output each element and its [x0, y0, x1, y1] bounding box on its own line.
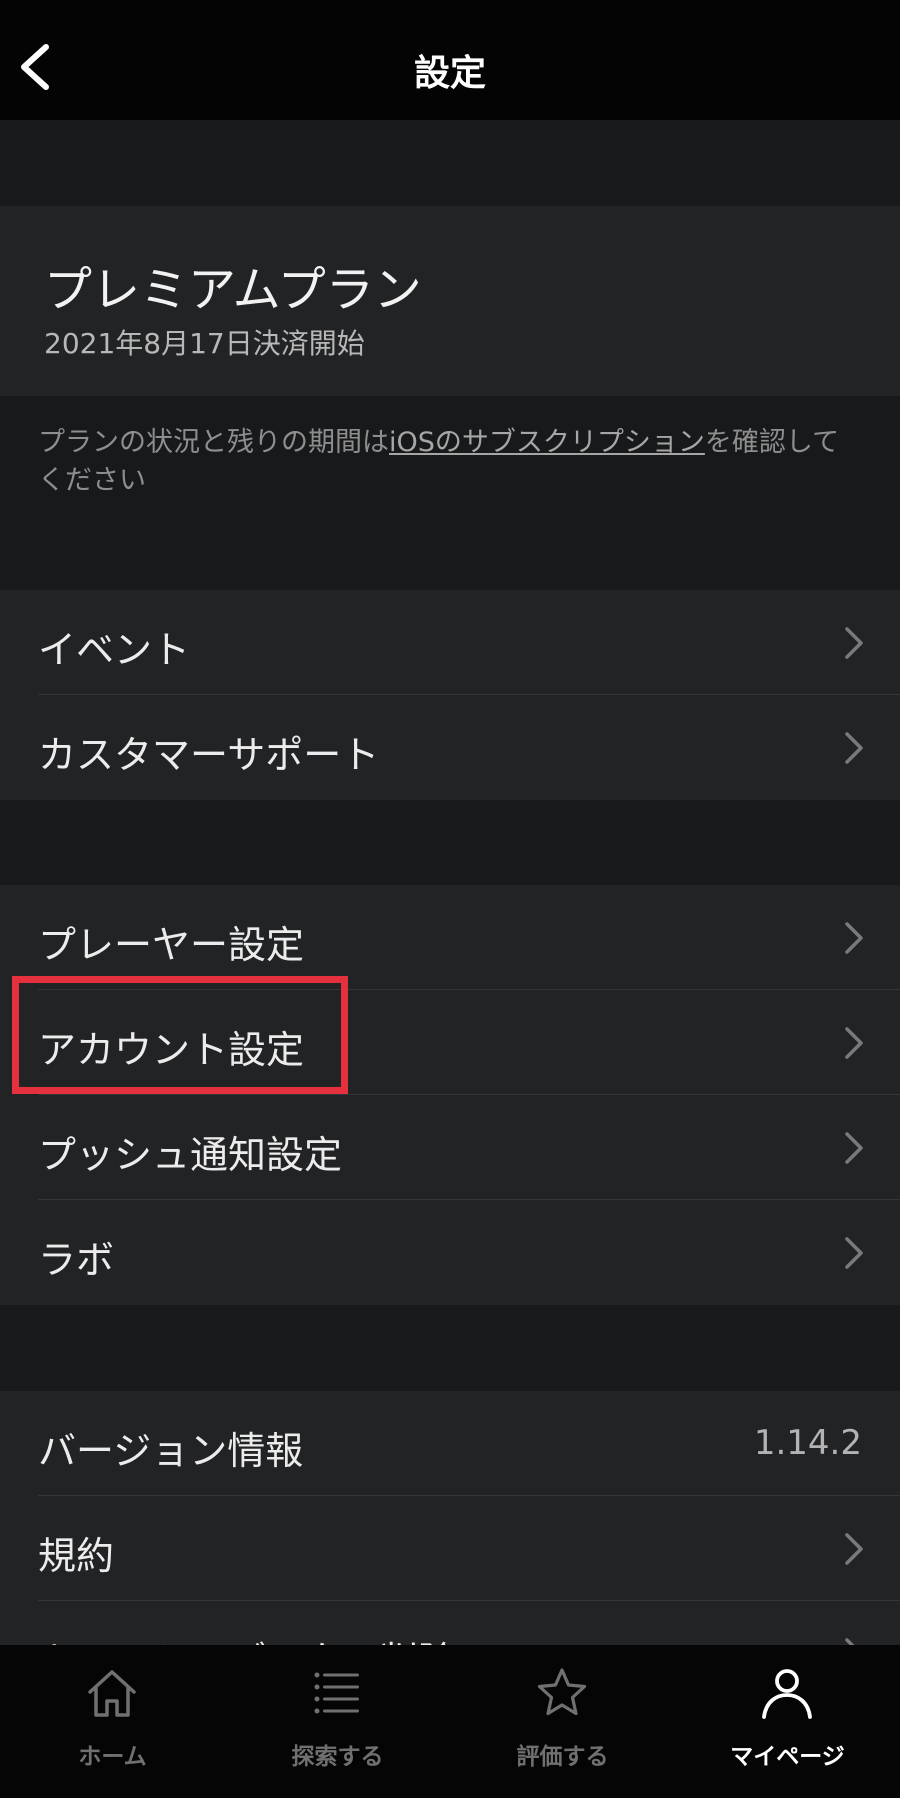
page-title: 設定 [413, 53, 486, 94]
list-icon [314, 1672, 359, 1714]
tab-mypage[interactable]: マイページ [675, 1645, 900, 1798]
menu-item-label: プレーヤー設定 [38, 923, 305, 967]
menu-item-label: バージョン情報 [38, 1429, 304, 1473]
menu-item-clear-cache[interactable]: キャッシュデータの削除 [0, 1601, 900, 1645]
plan-name: プレミアムプラン [44, 262, 422, 318]
menu-item-label: 規約 [38, 1534, 115, 1578]
tab-label: ホーム [78, 1744, 147, 1770]
person-icon [762, 1669, 812, 1719]
menu-item-event[interactable]: イベント [0, 590, 900, 695]
tab-rate[interactable]: 評価する [450, 1645, 675, 1798]
plan-card: プレミアムプラン 2021年8月17日決済開始 [0, 206, 900, 396]
chevron-right-icon [845, 1237, 863, 1269]
settings-group-2: プレーヤー設定 アカウント設定 プッシュ通知設定 ラボ [0, 885, 900, 1305]
tab-label: マイページ [730, 1744, 845, 1770]
version-number: 1.14.2 [753, 1423, 862, 1463]
chevron-right-icon [845, 627, 863, 659]
bottom-tab-bar: ホーム 探索する 評価する マイページ [0, 1645, 900, 1798]
menu-item-label: プッシュ通知設定 [38, 1133, 343, 1177]
menu-item-player-settings[interactable]: プレーヤー設定 [0, 885, 900, 990]
chevron-right-icon [845, 732, 863, 764]
menu-item-label: アカウント設定 [38, 1028, 305, 1072]
tab-explore[interactable]: 探索する [225, 1645, 450, 1798]
menu-item-label: イベント [38, 628, 191, 672]
chevron-right-icon [845, 1027, 863, 1059]
tab-label: 評価する [516, 1744, 609, 1770]
menu-item-label: ラボ [38, 1238, 115, 1282]
tab-home[interactable]: ホーム [0, 1645, 225, 1798]
tab-label: 探索する [291, 1744, 384, 1770]
navigation-bar: 設定 [0, 0, 900, 120]
notice-prefix: プランの状況と残りの期間は [38, 427, 389, 458]
chevron-right-icon [845, 1132, 863, 1164]
menu-item-customer-support[interactable]: カスタマーサポート [0, 695, 900, 800]
menu-item-push-notification-settings[interactable]: プッシュ通知設定 [0, 1095, 900, 1200]
menu-item-terms[interactable]: 規約 [0, 1496, 900, 1601]
home-icon [88, 1670, 136, 1717]
chevron-right-icon [845, 922, 863, 954]
settings-group-1: イベント カスタマーサポート [0, 590, 900, 800]
menu-item-account-settings[interactable]: アカウント設定 [0, 990, 900, 1095]
menu-item-label: キャッシュデータの削除 [38, 1630, 456, 1645]
settings-group-3: バージョン情報 1.14.2 規約 キャッシュデータの削除 [0, 1391, 900, 1645]
menu-item-version-info[interactable]: バージョン情報 1.14.2 [0, 1391, 900, 1496]
star-icon [537, 1668, 587, 1716]
plan-start-date: 2021年8月17日決済開始 [44, 327, 365, 360]
ios-subscription-link[interactable]: iOSのサブスクリプション [389, 427, 705, 458]
chevron-right-icon [845, 1638, 855, 1645]
menu-item-labs[interactable]: ラボ [0, 1200, 900, 1305]
chevron-right-icon [845, 1533, 863, 1565]
subscription-notice: プランの状況と残りの期間はiOSのサブスクリプションを確認してください [38, 424, 858, 500]
menu-item-label: カスタマーサポート [38, 733, 380, 777]
